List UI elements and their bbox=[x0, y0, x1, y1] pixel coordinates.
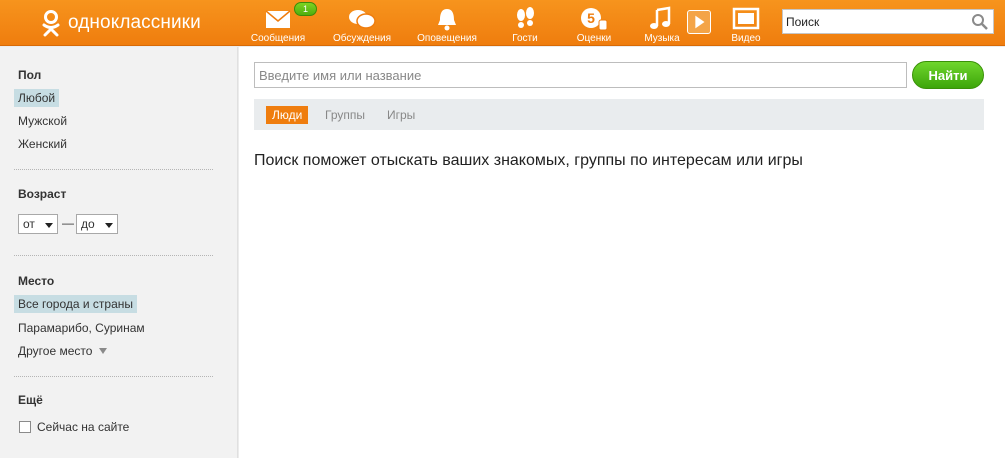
gender-option-male[interactable]: Мужской bbox=[14, 112, 71, 130]
triangle-down-icon bbox=[98, 348, 107, 354]
messages-badge: 1 bbox=[294, 2, 318, 16]
age-from-select[interactable]: от bbox=[18, 214, 58, 234]
play-icon bbox=[695, 15, 705, 29]
people-search-input[interactable] bbox=[254, 62, 907, 88]
age-title: Возраст bbox=[18, 187, 67, 201]
place-option-other-label: Другое место bbox=[18, 344, 93, 358]
envelope-icon bbox=[265, 10, 291, 28]
place-title: Место bbox=[18, 274, 55, 288]
age-range: от — до bbox=[18, 214, 138, 234]
nav-guests[interactable]: Гости bbox=[493, 0, 557, 46]
top-bar: одноклассники 1 Сообщения Обсуждения Опо… bbox=[0, 0, 1005, 46]
logo-text: одноклассники bbox=[68, 12, 201, 33]
gender-option-female[interactable]: Женский bbox=[14, 135, 71, 153]
search-tabs: Люди Группы Игры bbox=[254, 99, 984, 130]
place-option-other[interactable]: Другое место bbox=[14, 342, 111, 360]
nav-ratings[interactable]: 5 Оценки bbox=[562, 0, 626, 46]
header-search bbox=[782, 9, 994, 34]
place-option-all[interactable]: Все города и страны bbox=[14, 295, 138, 313]
nav-notifications[interactable]: Оповещения bbox=[415, 0, 479, 46]
logo[interactable]: одноклассники bbox=[40, 9, 201, 37]
filters-sidebar: Пол Любой Мужской Женский Возраст от — д… bbox=[0, 47, 238, 458]
video-icon bbox=[732, 7, 760, 30]
age-from-label: от bbox=[23, 217, 35, 231]
nav-video[interactable]: Видео bbox=[714, 0, 778, 46]
nav-label: Видео bbox=[731, 33, 761, 44]
bell-icon bbox=[438, 9, 456, 31]
main-content: Найти Люди Группы Игры Поиск поможет оты… bbox=[239, 47, 1005, 458]
age-dash: — bbox=[62, 216, 74, 230]
search-hint: Поиск поможет отыскать ваших знакомых, г… bbox=[254, 152, 803, 169]
chevron-down-icon bbox=[45, 223, 53, 228]
chat-bubbles-icon bbox=[349, 10, 376, 29]
online-now-checkbox[interactable] bbox=[19, 421, 31, 433]
music-play-button[interactable] bbox=[687, 10, 711, 34]
find-button[interactable]: Найти bbox=[912, 61, 984, 89]
nav-label: Сообщения bbox=[250, 33, 306, 44]
nav-label: Музыка bbox=[644, 33, 680, 44]
gender-title: Пол bbox=[18, 68, 42, 82]
nav-label: Оценки bbox=[576, 33, 612, 44]
divider bbox=[14, 169, 213, 170]
tab-people[interactable]: Люди bbox=[266, 106, 309, 124]
chevron-down-icon bbox=[105, 223, 113, 228]
online-now-label[interactable]: Сейчас на сайте bbox=[37, 420, 129, 434]
nav-messages[interactable]: 1 Сообщения bbox=[246, 0, 318, 46]
place-option-paramaribo[interactable]: Парамарибо, Суринам bbox=[14, 319, 149, 337]
header-search-input[interactable] bbox=[783, 10, 963, 33]
nav-label: Гости bbox=[512, 33, 538, 44]
nav-music[interactable]: Музыка bbox=[630, 0, 694, 46]
more-title: Ещё bbox=[18, 393, 43, 407]
tab-groups[interactable]: Группы bbox=[319, 106, 371, 124]
age-to-label: до bbox=[81, 217, 95, 231]
nav-label: Оповещения bbox=[417, 33, 477, 44]
nav-discussions[interactable]: Обсуждения bbox=[330, 0, 394, 46]
search-icon[interactable] bbox=[971, 13, 989, 31]
nav-label: Обсуждения bbox=[332, 33, 392, 44]
rating-five-icon: 5 bbox=[581, 8, 608, 31]
svg-text:5: 5 bbox=[587, 10, 595, 26]
gender-option-any[interactable]: Любой bbox=[14, 89, 60, 107]
age-to-select[interactable]: до bbox=[76, 214, 118, 234]
tab-games[interactable]: Игры bbox=[381, 106, 421, 124]
music-note-icon bbox=[650, 6, 671, 29]
ok-logo-icon bbox=[42, 10, 60, 37]
footprints-icon bbox=[517, 7, 534, 28]
divider bbox=[14, 255, 213, 256]
divider bbox=[14, 376, 213, 377]
